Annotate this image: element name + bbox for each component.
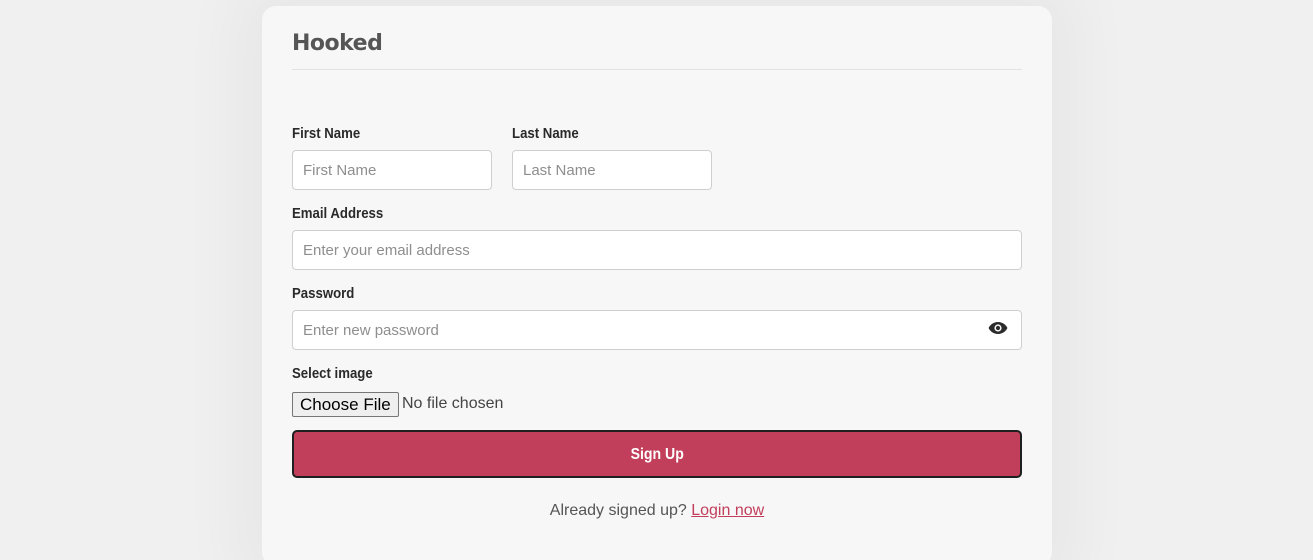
last-name-label: Last Name — [512, 125, 579, 142]
image-label: Select image — [292, 365, 373, 382]
email-input[interactable] — [292, 230, 1022, 270]
sign-up-label: Sign Up — [630, 446, 684, 463]
login-prompt-text: Already signed up? — [549, 502, 687, 519]
last-name-input[interactable] — [512, 150, 712, 190]
first-name-label: First Name — [292, 125, 361, 142]
first-name-input[interactable] — [292, 150, 492, 190]
sign-up-button[interactable]: Sign Up — [292, 430, 1022, 478]
login-now-link[interactable]: Login now — [691, 502, 764, 519]
signup-card: Hooked First Name Last Name Email Addres… — [262, 6, 1052, 560]
brand-title: Hooked — [292, 31, 383, 56]
email-label: Email Address — [292, 205, 384, 222]
header-divider — [292, 69, 1022, 70]
choose-file-button[interactable]: Choose File — [292, 392, 399, 417]
signup-page: Hooked First Name Last Name Email Addres… — [0, 0, 1313, 560]
eye-icon[interactable] — [988, 321, 1008, 335]
login-prompt: Already signed up? Login now — [262, 502, 1052, 520]
password-label: Password — [292, 285, 355, 302]
password-input[interactable] — [292, 310, 1022, 350]
file-status-text: No file chosen — [402, 395, 504, 412]
